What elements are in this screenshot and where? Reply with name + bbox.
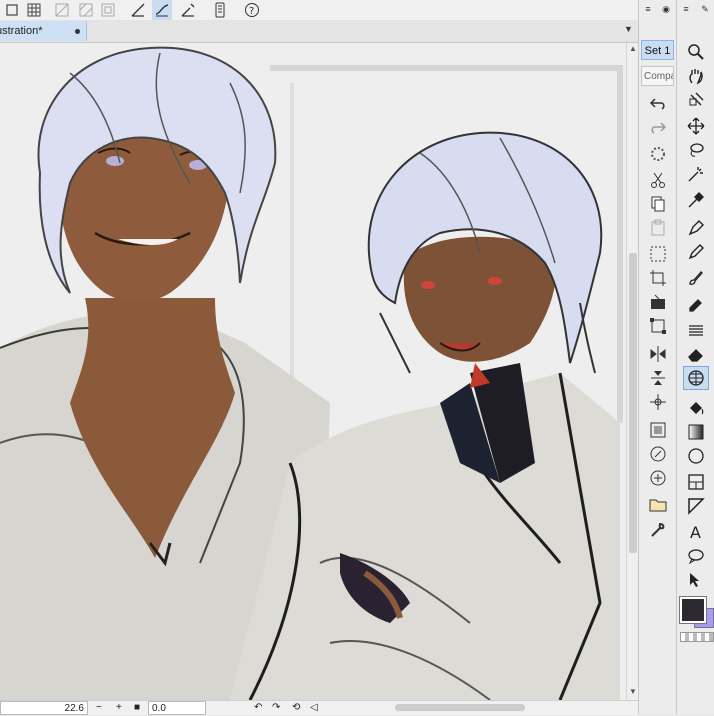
open-folder-icon[interactable] (646, 492, 670, 516)
cut-icon[interactable] (646, 168, 670, 192)
flip-icon[interactable] (646, 342, 670, 366)
rotate-icon[interactable] (683, 88, 709, 112)
settings-wrench-icon[interactable] (646, 518, 670, 542)
top-toolbar: ? (0, 0, 638, 21)
magic-wand-icon[interactable] (683, 162, 709, 186)
grid-icon[interactable] (24, 0, 44, 20)
lasso-icon[interactable] (683, 138, 709, 162)
stop-icon[interactable]: ■ (134, 701, 140, 715)
gradient-icon[interactable] (683, 420, 709, 444)
frame-icon[interactable] (683, 470, 709, 494)
svg-text:?: ? (249, 6, 254, 17)
undo-icon[interactable] (646, 92, 670, 116)
main-color-swatch[interactable] (679, 596, 707, 624)
eraser-icon[interactable] (683, 342, 709, 366)
text-icon[interactable]: A (683, 520, 709, 544)
help-icon[interactable]: ? (242, 0, 262, 20)
pen-line-icon[interactable] (128, 0, 148, 20)
redo-icon[interactable] (646, 116, 670, 140)
chevron-down-icon[interactable]: ▼ (624, 24, 633, 34)
move-icon[interactable] (646, 390, 670, 414)
transform-icon[interactable] (646, 314, 670, 338)
artwork-image (0, 43, 626, 700)
panel-close-icon[interactable]: ◉ (657, 0, 675, 18)
stabilizer-icon[interactable] (152, 0, 172, 20)
zoom-in-button[interactable]: + (116, 701, 122, 715)
ruler-snap-icon[interactable] (178, 0, 198, 20)
move-icon[interactable] (683, 114, 709, 138)
brush-sync-icon[interactable] (646, 442, 670, 466)
align-icon[interactable] (646, 366, 670, 390)
vertical-scroll-thumb[interactable] (629, 253, 637, 553)
crop-icon[interactable] (646, 266, 670, 290)
select-all-icon[interactable] (646, 242, 670, 266)
balloon-icon[interactable] (683, 544, 709, 568)
hand-icon[interactable] (683, 64, 709, 88)
fill-bucket-icon[interactable] (683, 396, 709, 420)
pencil-icon[interactable] (683, 240, 709, 264)
fill-selection-icon[interactable] (646, 290, 670, 314)
loading-icon[interactable] (646, 142, 670, 166)
zoom-icon[interactable] (683, 40, 709, 64)
ellipse-icon[interactable] (683, 444, 709, 468)
pointer-icon[interactable] (683, 568, 709, 592)
rotate-right-icon[interactable]: ↷ (272, 701, 280, 715)
zoom-level[interactable]: 22.6 (0, 701, 88, 715)
device-icon[interactable] (210, 0, 230, 20)
status-bar: 22.6 − + ■ 0.0 ↶ ↷ ⟲ ◁ (0, 700, 638, 715)
active-mesh-icon[interactable] (683, 366, 709, 390)
horizontal-scroll-thumb[interactable] (395, 704, 525, 711)
copy-icon[interactable] (646, 192, 670, 216)
selection-tool-icon[interactable] (2, 0, 22, 20)
reference-layer-icon[interactable] (646, 418, 670, 442)
scroll-up-icon[interactable]: ▲ (629, 44, 637, 53)
unsaved-indicator (75, 29, 80, 34)
blend-icon[interactable] (683, 318, 709, 342)
ruler-a-icon[interactable] (52, 0, 72, 20)
rotate-left-icon[interactable]: ↶ (254, 701, 262, 715)
brush-icon[interactable] (683, 266, 709, 290)
transparent-color-swatch[interactable] (680, 632, 714, 642)
reset-rotation-icon[interactable]: ⟲ (292, 701, 300, 715)
document-tab-title: ustration* (0, 25, 43, 37)
document-tab[interactable]: ustration* (0, 21, 87, 41)
transparency-icon[interactable] (98, 0, 118, 20)
flip-horizontal-icon[interactable]: ◁ (310, 701, 318, 715)
document-tab-bar: ustration* ▼ (0, 20, 638, 43)
rotation-angle[interactable]: 0.0 (148, 701, 206, 715)
set-button[interactable]: Set 1 (641, 40, 674, 60)
ruler-icon[interactable] (683, 494, 709, 518)
sync-icon[interactable] (646, 466, 670, 490)
marker-icon[interactable] (683, 292, 709, 316)
ruler-b-icon[interactable] (76, 0, 96, 20)
scroll-down-icon[interactable]: ▼ (629, 687, 637, 696)
paste-icon[interactable] (646, 216, 670, 240)
command-bar-panel: ≡ ◉ Set 1 Compa (638, 0, 677, 714)
drawing-canvas[interactable] (0, 43, 626, 700)
pen-icon[interactable] (683, 216, 709, 240)
zoom-out-button[interactable]: − (96, 701, 102, 715)
svg-text:A: A (690, 523, 701, 541)
eyedropper-icon[interactable] (683, 188, 709, 212)
tool-panel-pen-icon[interactable]: ✎ (695, 0, 714, 18)
comp-button[interactable]: Compa (641, 66, 674, 86)
tool-panel-menu-icon[interactable]: ≡ (677, 0, 695, 18)
panel-menu-icon[interactable]: ≡ (639, 0, 657, 18)
